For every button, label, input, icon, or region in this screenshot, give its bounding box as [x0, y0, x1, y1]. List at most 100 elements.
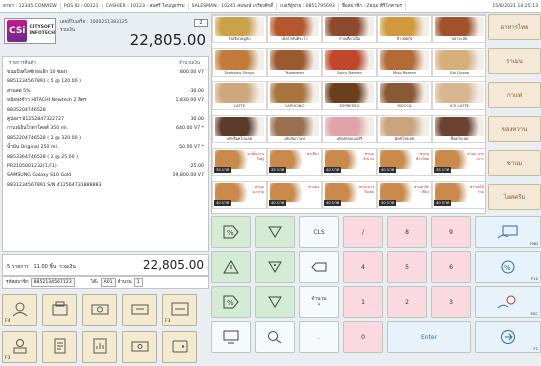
key-1[interactable]: 1: [343, 286, 383, 318]
category-ice-cream[interactable]: ไอศครีม: [488, 184, 541, 210]
list-item[interactable]: 8835204746528: [3, 106, 208, 115]
promo-tag-button[interactable]: [255, 286, 295, 318]
quantity-key[interactable]: จำนวน *: [299, 286, 339, 318]
bill-info: เลขที่ใบเสร็จ : 1000251383125 รวมเงิน: [60, 19, 128, 35]
product-tile[interactable]: Tonkotsu Shoyu: [212, 48, 267, 77]
percent-tag-icon: %: [223, 295, 239, 309]
product-tile[interactable]: ไข่เจียวหมูสับ: [212, 15, 267, 44]
list-item[interactable]: น้ำมัน Original 250 ml. 50.00 V7 *: [3, 143, 208, 152]
product-tile[interactable]: ก๋วยเตี๋ยวเนื้อ: [322, 15, 377, 44]
report-button[interactable]: [82, 331, 117, 363]
product-tile[interactable]: ข้าวผัดกุ้ง: [377, 15, 432, 44]
hold-bill-button[interactable]: [42, 294, 77, 326]
svg-text:%: %: [227, 299, 234, 307]
product-tile[interactable]: Miso Ramen: [377, 48, 432, 77]
product-tile[interactable]: ช็อคโกเลต: [432, 114, 485, 143]
product-tile[interactable]: Spicy Ramen: [322, 48, 377, 77]
list-item[interactable]: PR2105001232(1,F1) -25.00: [3, 162, 208, 171]
category-coffee[interactable]: กาแฟ: [488, 82, 541, 108]
order-list[interactable]: รายการสินค้า จำนวนเงิน ขนมปังสไลซ์(ห่อเล…: [2, 56, 209, 252]
key-2[interactable]: 2: [387, 286, 427, 318]
product-tile[interactable]: 40 บาท ชานม ข้าวโพด: [377, 147, 432, 177]
divide-key[interactable]: /: [343, 216, 383, 248]
product-image: [215, 116, 264, 136]
product-tile[interactable]: ปลาจะลัด: [432, 15, 485, 44]
product-tile[interactable]: ICE LATTE: [432, 81, 485, 110]
decimal-key[interactable]: .: [299, 321, 339, 353]
screen-button[interactable]: [211, 321, 251, 353]
product-tile[interactable]: 40 บาท ชานม มะขาม: [212, 181, 267, 210]
key-5[interactable]: 5: [387, 251, 427, 283]
list-item[interactable]: ขนมปังสไลซ์(ห่อเล็ก 10 ซอง) 800.00 V7: [3, 68, 208, 77]
list-item[interactable]: หม้อหุงข้าว HITACHI Newtech 2 ลิตร 1,830.…: [3, 96, 208, 105]
money-button[interactable]: [82, 294, 117, 326]
pay-button[interactable]: [162, 331, 197, 363]
member-id-field[interactable]: 8852134567123: [30, 278, 75, 287]
list-item[interactable]: 8852204746528 ( 2 @ 320.00 ): [3, 134, 208, 143]
product-tile[interactable]: MOCCA: [377, 81, 432, 110]
customer-count[interactable]: 2: [194, 19, 208, 27]
category-dessert[interactable]: ของหวาน: [488, 116, 541, 142]
key-4[interactable]: 4: [343, 251, 383, 283]
void-button[interactable]: F3: [162, 294, 197, 326]
key-8[interactable]: 8: [387, 216, 427, 248]
list-item[interactable]: 8853364746528 ( 2 @ 25.00 ): [3, 153, 208, 162]
product-tile[interactable]: มิลค์โรลเลต: [377, 114, 432, 143]
key-9[interactable]: 9: [431, 216, 471, 248]
exit-button[interactable]: F1: [475, 321, 541, 353]
list-item[interactable]: SAMSUNG Galaxy S10 Gold 19,800.00 V7: [3, 171, 208, 180]
list-item[interactable]: กาแฟเย็นโกดาโคลส์ 350 ml. 640.00 V7 *: [3, 124, 208, 133]
promo-percent-button[interactable]: %: [211, 286, 251, 318]
product-tile[interactable]: ESPRESSO: [322, 81, 377, 110]
product-tile[interactable]: LATTE: [212, 81, 267, 110]
product-tile[interactable]: 40 บาท ชามะนาว ใบเตย: [322, 181, 377, 210]
product-tile[interactable]: เบ็ดไก่สันติระโว: [267, 15, 322, 44]
key-0[interactable]: 0: [343, 321, 383, 353]
category-milk-tea[interactable]: ชานม: [488, 150, 541, 176]
product-tile[interactable]: 40 บาท ชาแดง: [267, 181, 322, 210]
escape-button[interactable]: ESC: [475, 286, 541, 318]
f12-button[interactable]: % F12: [475, 251, 541, 283]
table-field[interactable]: A01: [100, 278, 116, 287]
product-tile[interactable]: เค้กสตรอเบอร์รี่: [322, 114, 377, 143]
list-item[interactable]: ส่วนลด 5% -30.00: [3, 87, 208, 96]
search-button[interactable]: [255, 321, 295, 353]
list-item[interactable]: คูปองฯ 81252847322727 30.00: [3, 115, 208, 124]
salesman-label: SALESMAN : 10241 สมพงษ์ เกรียงศักดิ์: [189, 2, 278, 10]
product-label: LATTE: [233, 102, 246, 108]
key-3[interactable]: 3: [431, 286, 471, 318]
category-ramen[interactable]: ราเมน: [488, 48, 541, 74]
list-item[interactable]: 8831234567891 S/N 412564731888883: [3, 181, 208, 190]
product-tile[interactable]: 40 บาท ชานม ส้มเขียว: [377, 181, 432, 210]
list-item[interactable]: 8851234567891 ( 5 @ 120.00 ): [3, 77, 208, 86]
table-label: โต๊ะ: [90, 280, 99, 285]
count-field[interactable]: 1: [133, 278, 143, 287]
backspace-key[interactable]: [299, 251, 339, 283]
product-tile[interactable]: 35 บาท ชานม จากเกาะ: [432, 147, 485, 177]
key-6[interactable]: 6: [431, 251, 471, 283]
product-tile[interactable]: Ebi Gyoza: [432, 48, 485, 77]
product-tile[interactable]: CAPUCINO: [267, 81, 322, 110]
enter-key[interactable]: Enter: [387, 321, 471, 353]
f4-button[interactable]: F4: [2, 294, 37, 326]
product-tile[interactable]: 40 บาท ชานม จำนวน: [322, 147, 377, 177]
money-out-button[interactable]: [122, 294, 157, 326]
discount-shield-icon: [268, 226, 282, 238]
product-tile[interactable]: 40 บาท ชา ผลไม้รวม: [432, 181, 485, 210]
amount-discount-button[interactable]: [255, 216, 295, 248]
percent-discount-button[interactable]: %: [211, 216, 251, 248]
find-button[interactable]: FND: [475, 216, 541, 248]
product-tile[interactable]: Tsukemen: [267, 48, 322, 77]
product-tile[interactable]: เค้กช็อคโกแลต: [212, 114, 267, 143]
mobile-label: เบอร์ผู้ขาย : 0851795693: [277, 2, 339, 10]
coupon-button[interactable]: [255, 251, 295, 283]
category-thai-food[interactable]: อาหารไทย: [488, 14, 541, 40]
product-tile[interactable]: เค้กส้มกาแฟ: [267, 114, 322, 143]
warning-button[interactable]: [211, 251, 251, 283]
product-tile[interactable]: 35 บาท ชาเขียว: [267, 147, 322, 177]
f3-button[interactable]: F3: [2, 331, 37, 363]
product-tile[interactable]: 35 บาท ชาเย็นจานใหญ่: [212, 147, 267, 177]
receipt-button[interactable]: [42, 331, 77, 363]
cash-button[interactable]: [122, 331, 157, 363]
clear-key[interactable]: CLS: [299, 216, 339, 248]
